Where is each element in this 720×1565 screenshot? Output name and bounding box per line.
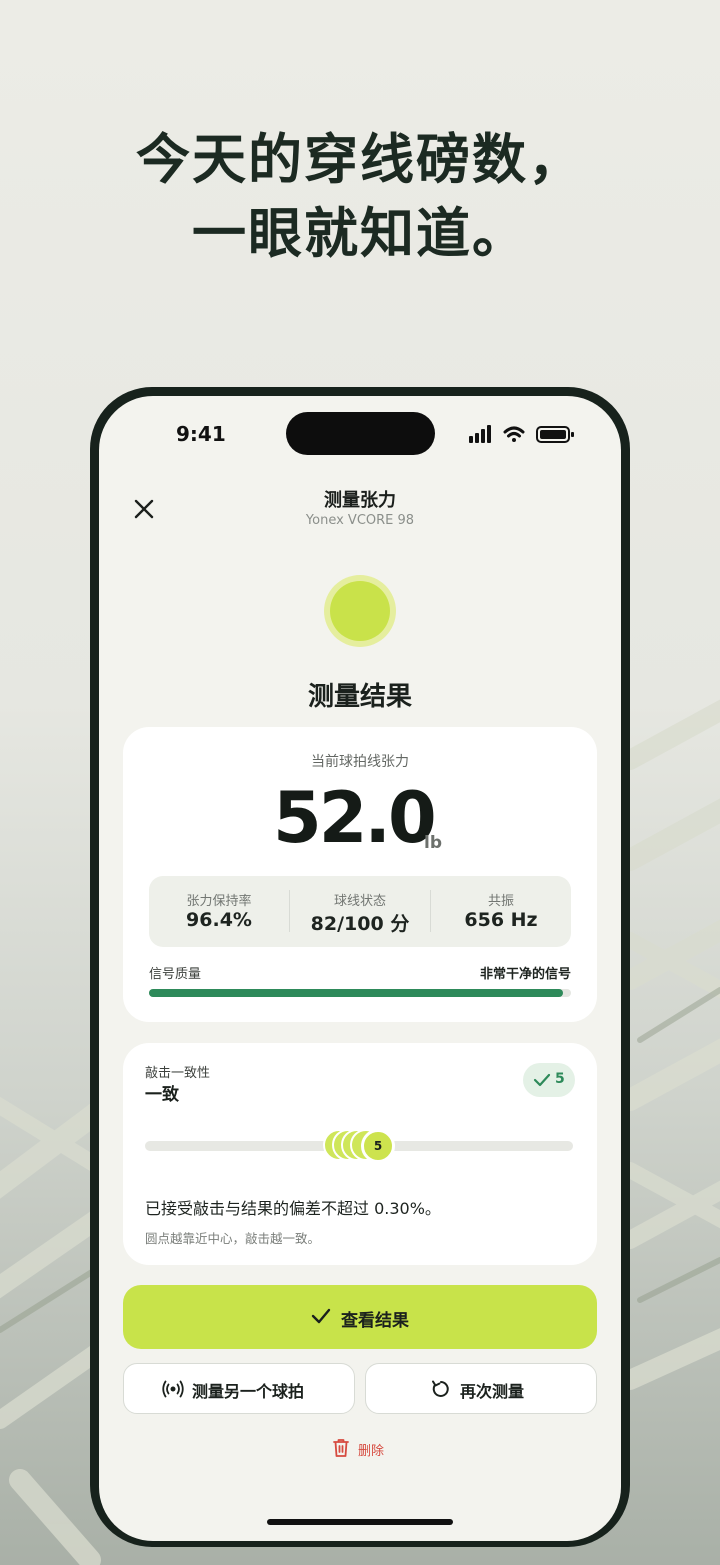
- signal-quality-value: 非常干净的信号: [479, 967, 571, 982]
- consistency-label: 敲击一致性: [145, 1066, 211, 1081]
- measure-again-label: 再次测量: [460, 1382, 525, 1401]
- stat-retention: 张力保持率 96.4%: [149, 876, 289, 947]
- signal-quality-fill: [149, 989, 563, 997]
- stat-value: 96.4%: [186, 909, 252, 931]
- headline: 今天的穿线磅数， 一眼就知道。: [0, 122, 720, 270]
- measure-again-button[interactable]: 再次测量: [365, 1363, 597, 1414]
- tap-dot-latest: 5: [361, 1129, 395, 1163]
- consistency-card: 敲击一致性 一致 5 5 已接受敲击与结果的偏差不超过 0.30%。 圆点越靠近…: [123, 1043, 597, 1265]
- stat-value: 82/100 分: [310, 913, 410, 935]
- signal-quality-bar: [149, 989, 571, 997]
- consistency-description: 已接受敲击与结果的偏差不超过 0.30%。: [145, 1199, 441, 1218]
- tension-card: 当前球拍线张力 52.0 lb 张力保持率 96.4% 球线状态 82/100 …: [123, 727, 597, 1022]
- consistency-hint: 圆点越靠近中心，敲击越一致。: [145, 1231, 321, 1246]
- stat-value: 656 Hz: [464, 909, 538, 931]
- signal-quality-label: 信号质量: [149, 967, 202, 982]
- measure-another-label: 测量另一个球拍: [192, 1382, 305, 1401]
- view-result-label: 查看结果: [341, 1311, 409, 1331]
- stats-panel: 张力保持率 96.4% 球线状态 82/100 分 共振 656 Hz: [149, 876, 571, 947]
- tension-unit: lb: [424, 833, 442, 853]
- status-time: 9:41: [176, 422, 226, 446]
- page-title: 测量张力: [324, 490, 396, 511]
- stat-string-condition: 球线状态 82/100 分: [290, 876, 430, 947]
- status-icons: [469, 425, 574, 443]
- badge-count: 5: [555, 1071, 565, 1087]
- measure-another-racket-button[interactable]: 测量另一个球拍: [123, 1363, 355, 1414]
- stat-label: 共振: [487, 894, 514, 909]
- stat-resonance: 共振 656 Hz: [431, 876, 571, 947]
- tension-label: 当前球拍线张力: [311, 754, 409, 770]
- signal-icon: [469, 425, 491, 443]
- wifi-icon: [503, 426, 525, 442]
- check-icon: [311, 1308, 331, 1324]
- consistency-value: 一致: [145, 1085, 179, 1105]
- stat-label: 球线状态: [333, 894, 386, 909]
- refresh-icon: [432, 1380, 449, 1397]
- consistency-badge: 5: [523, 1063, 575, 1097]
- battery-icon: [536, 426, 574, 443]
- headline-line-2: 一眼就知道。: [192, 201, 528, 265]
- phone-screen: 9:41 测量张力 Yonex VCORE 98 测量结果 当前球拍线张力 52…: [99, 396, 621, 1541]
- check-icon: [533, 1073, 551, 1087]
- broadcast-icon: [162, 1380, 184, 1398]
- delete-label: 删除: [358, 1444, 385, 1459]
- home-indicator[interactable]: [267, 1519, 453, 1525]
- tension-value: 52.0: [273, 777, 437, 859]
- delete-button[interactable]: 删除: [332, 1438, 402, 1462]
- racket-name: Yonex VCORE 98: [305, 513, 415, 528]
- result-indicator-dot: [330, 581, 390, 641]
- dynamic-island: [286, 412, 435, 455]
- headline-line-1: 今天的穿线磅数，: [136, 127, 584, 191]
- trash-icon: [333, 1439, 349, 1457]
- view-result-button[interactable]: 查看结果: [123, 1285, 597, 1349]
- status-bar: 9:41: [99, 396, 621, 466]
- result-title: 测量结果: [307, 682, 412, 712]
- stat-label: 张力保持率: [186, 894, 252, 909]
